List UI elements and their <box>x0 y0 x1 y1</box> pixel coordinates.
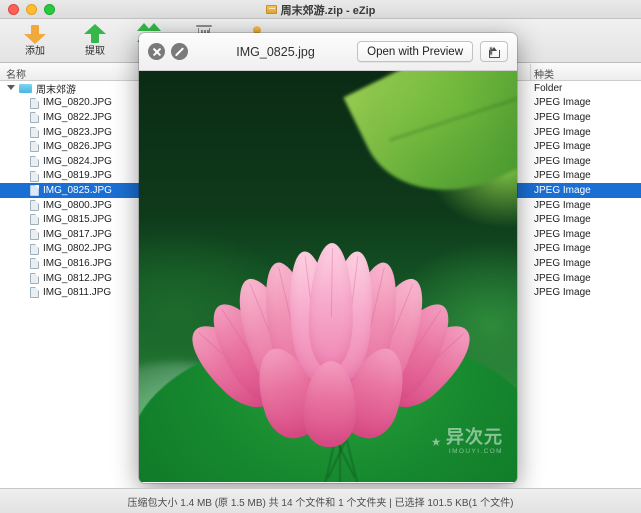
file-kind: JPEG Image <box>534 272 591 284</box>
file-kind: JPEG Image <box>534 257 591 269</box>
file-name: 周末郊游 <box>36 84 76 96</box>
file-name: IMG_0811.JPG <box>43 287 112 299</box>
file-kind: JPEG Image <box>534 199 591 211</box>
extract-button[interactable]: 提取 <box>66 21 124 62</box>
jpeg-file-icon <box>30 185 39 197</box>
file-name: IMG_0824.JPG <box>43 155 112 167</box>
window-titlebar: 周末郊游.zip - eZip <box>0 0 641 19</box>
folder-icon <box>19 84 32 93</box>
quicklook-toolbar: IMG_0825.jpg Open with Preview <box>139 33 517 71</box>
jpeg-file-icon <box>30 287 39 299</box>
quicklook-image: ⋆ 异次元 IMOUYI.COM <box>139 71 517 482</box>
jpeg-file-icon <box>30 97 39 109</box>
file-kind: JPEG Image <box>534 97 591 109</box>
jpeg-file-icon <box>30 258 39 270</box>
file-kind: JPEG Image <box>534 214 591 226</box>
watermark-en-text: IMOUYI.COM <box>448 448 503 455</box>
file-name: IMG_0800.JPG <box>43 199 112 211</box>
jpeg-file-icon <box>30 155 39 167</box>
file-name: IMG_0816.JPG <box>43 257 112 269</box>
file-kind: JPEG Image <box>534 141 591 153</box>
file-name: IMG_0820.JPG <box>43 97 112 109</box>
file-name: IMG_0815.JPG <box>43 214 112 226</box>
zip-file-icon <box>265 5 277 14</box>
arrow-down-icon <box>24 21 46 46</box>
file-name: IMG_0826.JPG <box>43 141 112 153</box>
disclosure-triangle-icon[interactable] <box>7 85 15 90</box>
file-name: IMG_0802.JPG <box>43 243 112 255</box>
open-with-preview-button[interactable]: Open with Preview <box>357 41 473 62</box>
jpeg-file-icon <box>30 243 39 255</box>
add-button[interactable]: 添加 <box>6 21 64 62</box>
jpeg-file-icon <box>30 228 39 240</box>
file-name: IMG_0823.JPG <box>43 126 112 138</box>
ezip-window: 周末郊游.zip - eZip 添加 提取 全部 <box>0 0 641 513</box>
jpeg-file-icon <box>30 112 39 124</box>
extract-button-label: 提取 <box>85 46 105 57</box>
file-name: IMG_0812.JPG <box>43 272 112 284</box>
file-kind: JPEG Image <box>534 287 591 299</box>
file-name: IMG_0822.JPG <box>43 111 112 123</box>
window-title-text: 周末郊游.zip - eZip <box>280 4 376 17</box>
jpeg-file-icon <box>30 141 39 153</box>
column-header-name[interactable]: 名称 <box>6 66 26 81</box>
jpeg-file-icon <box>30 272 39 284</box>
close-icon[interactable] <box>148 43 165 60</box>
watermark: ⋆ 异次元 IMOUYI.COM <box>430 428 503 456</box>
lotus-flower <box>177 239 485 454</box>
jpeg-file-icon <box>30 214 39 226</box>
file-name: IMG_0817.JPG <box>43 228 112 240</box>
jpeg-file-icon <box>30 199 39 211</box>
file-kind: JPEG Image <box>534 155 591 167</box>
watermark-cn-text: 异次元 <box>446 427 503 447</box>
add-button-label: 添加 <box>25 46 45 57</box>
window-title: 周末郊游.zip - eZip <box>0 0 641 19</box>
status-bar: 压缩包大小 1.4 MB (原 1.5 MB) 共 14 个文件和 1 个文件夹… <box>0 488 641 513</box>
file-kind: JPEG Image <box>534 243 591 255</box>
share-icon[interactable] <box>480 41 508 62</box>
file-name: IMG_0825.JPG <box>43 184 112 196</box>
file-name: IMG_0819.JPG <box>43 170 112 182</box>
quicklook-title: IMG_0825.jpg <box>236 44 315 59</box>
file-kind: JPEG Image <box>534 170 591 182</box>
file-kind: JPEG Image <box>534 111 591 123</box>
no-entry-icon[interactable] <box>171 43 188 60</box>
file-kind: Folder <box>534 82 563 94</box>
file-kind: JPEG Image <box>534 228 591 240</box>
status-bar-text: 压缩包大小 1.4 MB (原 1.5 MB) 共 14 个文件和 1 个文件夹… <box>127 497 514 509</box>
quicklook-panel: IMG_0825.jpg Open with Preview ⋆ 异次元 IMO… <box>139 33 517 483</box>
file-kind: JPEG Image <box>534 184 591 196</box>
jpeg-file-icon <box>30 170 39 182</box>
file-kind: JPEG Image <box>534 126 591 138</box>
column-header-kind[interactable]: 种类 <box>534 66 554 81</box>
watermark-logo-icon: ⋆ <box>430 431 442 453</box>
arrow-up-icon <box>84 21 106 46</box>
column-divider[interactable] <box>530 64 531 80</box>
jpeg-file-icon <box>30 126 39 138</box>
